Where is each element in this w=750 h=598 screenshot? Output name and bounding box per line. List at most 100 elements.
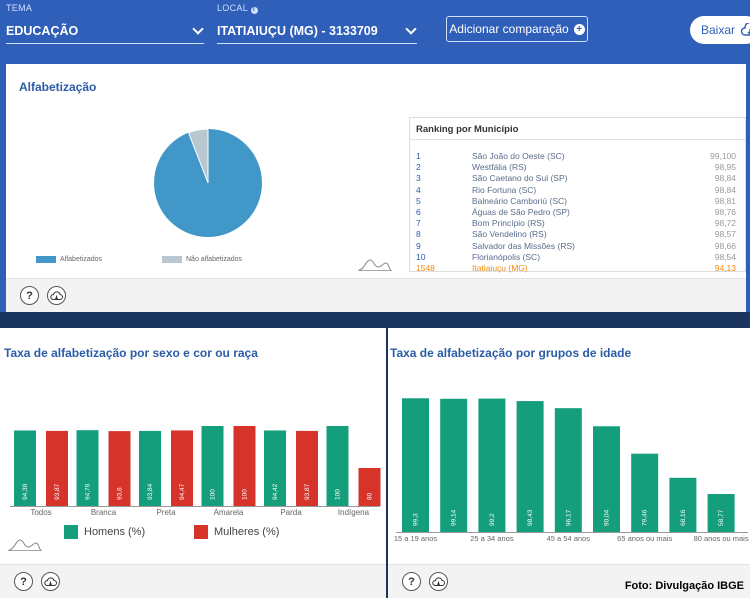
category-label: Preta [156,508,176,517]
ranking-municipality: São João do Oeste (SC) [472,151,565,161]
ranking-municipality: Salvador das Missões (RS) [472,240,575,251]
bar-value-label: 94,39 [22,483,29,500]
category-label: Indígena [338,508,370,517]
ranking-row: 8 São Vendelino (RS) 98,57 [416,229,736,240]
category-label: 15 a 19 anos [394,534,438,543]
photo-credit: Foto: Divulgação IBGE [624,580,744,592]
help-icon[interactable]: ? [402,572,421,591]
legend-swatch [36,256,56,263]
ranking-row: 9 Salvador das Missões (RS) 98,66 [416,241,736,252]
bar-value-label: 79,46 [642,509,649,526]
category-label: 25 a 34 anos [470,534,514,543]
grupos-idade-panel: Taxa de alfabetização por grupos de idad… [388,328,750,598]
bar-value-label: 100 [335,489,342,500]
bar-value-label: 99,2 [489,513,496,526]
bar-value-label: 93,84 [147,483,154,500]
category-label: Todos [30,508,51,517]
bar-value-label: 80 [367,492,374,500]
ranking-value: 98,57 [714,229,736,240]
distribution-icon[interactable] [358,258,392,272]
cloud-download-icon[interactable] [429,572,448,591]
panel-title: Alfabetização [19,80,97,94]
cloud-download-icon[interactable] [47,286,66,305]
pie-chart [154,128,262,237]
ranking-position: 1 [416,151,421,161]
ranking-municipality: Rio Fortuna (SC) [472,184,537,195]
tema-label: TEMA [6,3,33,13]
ranking-position: 5 [416,195,421,206]
category-label: Branca [91,508,117,517]
legend-label: Homens (%) [84,526,146,538]
panel-footer: ? [0,564,386,598]
cloud-download-icon [740,23,750,36]
ranking-value: 98,72 [714,218,736,229]
bar-chart-sexo-cor: 94,39 93,87 Todos 94,76 93,6 Branca 93,84 94,47… [10,426,381,517]
ranking-row: 6 Águas de São Pedro (SP) 98,76 [416,207,736,218]
ranking-value: 98,66 [714,240,736,251]
local-select[interactable]: ITATIAIUÇU (MG) - 3133709 [217,18,417,44]
ranking-position: 10 [416,251,426,262]
ranking-table: Ranking por Município 1 São João do Oeste… [409,117,746,274]
ranking-value: 98,81 [714,195,736,206]
help-icon[interactable]: ? [14,572,33,591]
download-button[interactable]: Baixar [690,16,750,44]
ranking-value: 99,100 [710,151,736,161]
ranking-row: 3 São Caetano do Sul (SP) 98,84 [416,173,736,184]
panel-title: Taxa de alfabetização por sexo e cor ou … [4,346,258,360]
ranking-value: 94,13 [714,263,736,273]
distribution-icon[interactable] [8,538,42,552]
ranking-municipality: Balneário Camboriú (SC) [472,195,567,206]
ranking-position: 1548 [416,263,435,273]
ranking-row: 4 Rio Fortuna (SC) 98,84 [416,185,736,196]
bar-age-group[interactable] [402,398,429,532]
ranking-municipality: São Vendelino (RS) [472,229,547,240]
bar-value-label: 100 [210,489,217,500]
bar-value-label: 90,04 [604,509,611,526]
bar-age-group[interactable] [478,398,506,532]
bar-value-label: 94,42 [272,483,279,500]
ranking-position: 9 [416,240,421,251]
ranking-row: 10 Florianópolis (SC) 98,54 [416,252,736,263]
add-comparison-button[interactable]: Adicionar comparação + [446,16,588,42]
ranking-value: 98,84 [714,184,736,195]
info-icon[interactable]: i [250,7,258,14]
legend-label: Não alfabetizados [186,256,243,263]
category-label: 80 anos ou mais [694,534,749,543]
add-comparison-label: Adicionar comparação [449,22,569,36]
bar-value-label: 96,17 [565,509,572,526]
ranking-municipality: Bom Princípio (RS) [472,218,545,229]
help-icon[interactable]: ? [20,286,39,305]
bar-value-label: 99,3 [413,513,420,526]
top-bar: TEMA EDUCAÇÃO LOCAL i ITATIAIUÇU (MG) - … [0,0,750,64]
ranking-row: 5 Balneário Camboriú (SC) 98,81 [416,196,736,207]
chevron-down-icon [405,22,417,35]
bar-value-label: 58,77 [718,509,725,526]
category-label: Parda [280,508,302,517]
tema-select[interactable]: EDUCAÇÃO [6,18,204,44]
ranking-municipality: Florianópolis (SC) [472,251,541,262]
ranking-position: 8 [416,229,421,240]
ranking-municipality: São Caetano do Sul (SP) [472,173,568,184]
legend-alfabetizados: Alfabetizados [36,256,102,263]
bar-value-label: 93,6 [117,487,124,500]
category-label: Amarela [214,508,244,517]
bar-value-label: 93,87 [304,483,311,500]
ranking-position: 2 [416,162,421,173]
bar-value-label: 99,14 [451,509,458,526]
ranking-row: 1548 Itatiaiuçu (MG) 94,13 [416,263,736,274]
ranking-position: 6 [416,207,421,217]
bar-value-label: 98,43 [527,509,534,526]
ranking-position: 7 [416,218,421,229]
alfabetizacao-panel: Alfabetização Alfabetizados Não alfabeti… [6,64,746,312]
panel-title: Taxa de alfabetização por grupos de idad… [390,346,632,360]
background-strip [0,312,750,328]
legend-homens: Homens (%) [64,525,145,539]
ranking-position: 4 [416,184,421,195]
bar-value-label: 94,47 [179,483,186,500]
bar-chart-grupos-idade: 99,3 15 a 19 anos 99,14 99,2 25 a 34 anos 98,… [394,398,749,543]
cloud-download-icon[interactable] [41,572,60,591]
ranking-municipality: Águas de São Pedro (SP) [472,207,570,217]
legend-swatch [162,256,182,263]
ranking-row: 1 São João do Oeste (SC) 99,100 [416,151,736,162]
local-value: ITATIAIUÇU (MG) - 3133709 [217,23,378,38]
